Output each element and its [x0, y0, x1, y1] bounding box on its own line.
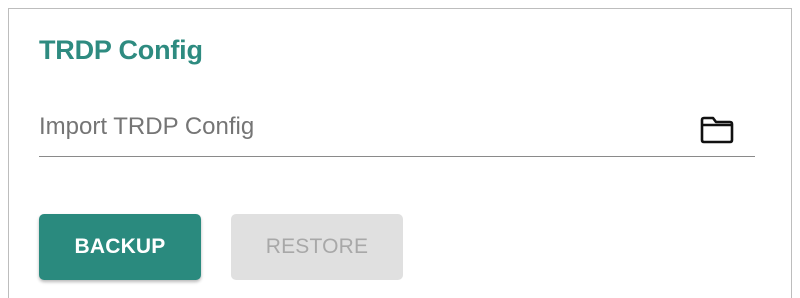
folder-icon[interactable] [697, 111, 737, 147]
panel-title: TRDP Config [39, 35, 203, 65]
trdp-config-panel: TRDP Config Import TRDP Config BACKUP RE… [8, 8, 792, 298]
backup-button[interactable]: BACKUP [39, 214, 201, 280]
import-trdp-config-field[interactable]: Import TRDP Config [39, 107, 755, 157]
restore-button[interactable]: RESTORE [231, 214, 403, 280]
import-field-placeholder: Import TRDP Config [39, 113, 255, 140]
